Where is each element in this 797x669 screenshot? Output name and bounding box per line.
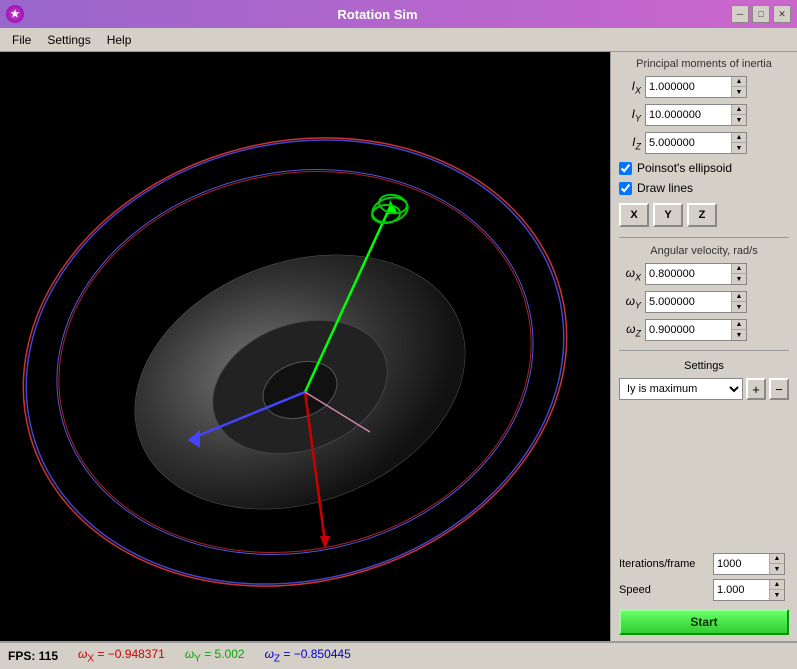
3d-scene (0, 52, 610, 641)
settings-section-label: Settings (619, 360, 789, 372)
iz-row: IZ ▲ ▼ (619, 132, 789, 154)
canvas-area (0, 52, 610, 641)
ix-input-wrapper: ▲ ▼ (645, 76, 747, 98)
xyz-buttons: X Y Z (619, 203, 789, 227)
iy-label: IY (619, 107, 641, 123)
drawlines-checkbox[interactable] (619, 182, 632, 195)
start-button[interactable]: Start (619, 609, 789, 635)
iy-up-button[interactable]: ▲ (732, 105, 746, 115)
wy-input-wrapper: ▲ ▼ (645, 291, 747, 313)
drawlines-row: Draw lines (619, 181, 789, 195)
ix-spinners: ▲ ▼ (731, 77, 746, 97)
fps-display: FPS: 115 (8, 649, 58, 663)
iz-input[interactable] (646, 133, 731, 153)
wx-up-button[interactable]: ▲ (732, 264, 746, 274)
y-button[interactable]: Y (653, 203, 683, 227)
window-controls: ─ □ ✕ (731, 5, 791, 23)
iy-input[interactable] (646, 105, 731, 125)
divider-1 (619, 237, 789, 238)
iter-up-button[interactable]: ▲ (770, 554, 784, 564)
speed-up-button[interactable]: ▲ (770, 580, 784, 590)
menu-file[interactable]: File (4, 31, 39, 49)
x-button[interactable]: X (619, 203, 649, 227)
wx-label: ωX (619, 266, 641, 282)
wy-label: ωY (619, 294, 641, 310)
poinsot-row: Poinsot's ellipsoid (619, 161, 789, 175)
plus-button[interactable]: + (746, 378, 766, 400)
wy-spinners: ▲ ▼ (731, 292, 746, 312)
wz-row: ωZ ▲ ▼ (619, 319, 789, 341)
speed-row: Speed ▲ ▼ (619, 579, 789, 601)
wz-input-wrapper: ▲ ▼ (645, 319, 747, 341)
wz-label: ωZ (619, 322, 641, 338)
iterations-row: Iterations/frame ▲ ▼ (619, 553, 789, 575)
ix-row: IX ▲ ▼ (619, 76, 789, 98)
status-bar: FPS: 115 ωX = −0.948371 ωY = 5.002 ωZ = … (0, 641, 797, 669)
moments-label: Principal moments of inertia (619, 58, 789, 70)
speed-spinners: ▲ ▼ (769, 580, 784, 600)
wy-input[interactable] (646, 292, 731, 312)
omega-x-status: ωX = −0.948371 (78, 647, 165, 664)
mode-dropdown[interactable]: Iy is maximum Ix is maximum Iz is maximu… (619, 378, 743, 400)
wy-row: ωY ▲ ▼ (619, 291, 789, 313)
omega-y-status: ωY = 5.002 (185, 647, 245, 664)
iy-down-button[interactable]: ▼ (732, 115, 746, 125)
iy-input-wrapper: ▲ ▼ (645, 104, 747, 126)
window-title: Rotation Sim (24, 7, 731, 22)
omega-z-status: ωZ = −0.850445 (265, 647, 351, 664)
speed-input[interactable] (714, 580, 769, 600)
settings-row: Iy is maximum Ix is maximum Iz is maximu… (619, 378, 789, 400)
speed-down-button[interactable]: ▼ (770, 590, 784, 600)
wz-down-button[interactable]: ▼ (732, 330, 746, 340)
menu-help[interactable]: Help (99, 31, 140, 49)
iz-label: IZ (619, 135, 641, 151)
drawlines-label: Draw lines (637, 181, 693, 195)
menu-settings[interactable]: Settings (39, 31, 98, 49)
iter-label: Iterations/frame (619, 558, 709, 570)
main-content: Principal moments of inertia IX ▲ ▼ IY ▲… (0, 52, 797, 641)
wx-input-wrapper: ▲ ▼ (645, 263, 747, 285)
iz-down-button[interactable]: ▼ (732, 143, 746, 153)
spacer (619, 404, 789, 549)
iter-down-button[interactable]: ▼ (770, 564, 784, 574)
wz-input[interactable] (646, 320, 731, 340)
speed-label: Speed (619, 584, 709, 596)
iz-up-button[interactable]: ▲ (732, 133, 746, 143)
wy-up-button[interactable]: ▲ (732, 292, 746, 302)
z-button[interactable]: Z (687, 203, 717, 227)
wx-input[interactable] (646, 264, 731, 284)
iz-spinners: ▲ ▼ (731, 133, 746, 153)
ix-down-button[interactable]: ▼ (732, 87, 746, 97)
wz-up-button[interactable]: ▲ (732, 320, 746, 330)
iy-row: IY ▲ ▼ (619, 104, 789, 126)
close-button[interactable]: ✕ (773, 5, 791, 23)
title-bar: ★ Rotation Sim ─ □ ✕ (0, 0, 797, 28)
wy-down-button[interactable]: ▼ (732, 302, 746, 312)
iz-input-wrapper: ▲ ▼ (645, 132, 747, 154)
wx-row: ωX ▲ ▼ (619, 263, 789, 285)
ix-input[interactable] (646, 77, 731, 97)
angular-label: Angular velocity, rad/s (619, 245, 789, 257)
ix-label: IX (619, 79, 641, 95)
speed-input-wrapper: ▲ ▼ (713, 579, 785, 601)
minus-button[interactable]: − (769, 378, 789, 400)
iter-input[interactable] (714, 554, 769, 574)
iy-spinners: ▲ ▼ (731, 105, 746, 125)
menu-bar: File Settings Help (0, 28, 797, 52)
iter-spinners: ▲ ▼ (769, 554, 784, 574)
wx-spinners: ▲ ▼ (731, 264, 746, 284)
poinsot-label: Poinsot's ellipsoid (637, 161, 732, 175)
maximize-button[interactable]: □ (752, 5, 770, 23)
wx-down-button[interactable]: ▼ (732, 274, 746, 284)
wz-spinners: ▲ ▼ (731, 320, 746, 340)
iter-input-wrapper: ▲ ▼ (713, 553, 785, 575)
poinsot-checkbox[interactable] (619, 162, 632, 175)
right-panel: Principal moments of inertia IX ▲ ▼ IY ▲… (610, 52, 797, 641)
divider-2 (619, 350, 789, 351)
app-icon: ★ (6, 5, 24, 23)
minimize-button[interactable]: ─ (731, 5, 749, 23)
ix-up-button[interactable]: ▲ (732, 77, 746, 87)
